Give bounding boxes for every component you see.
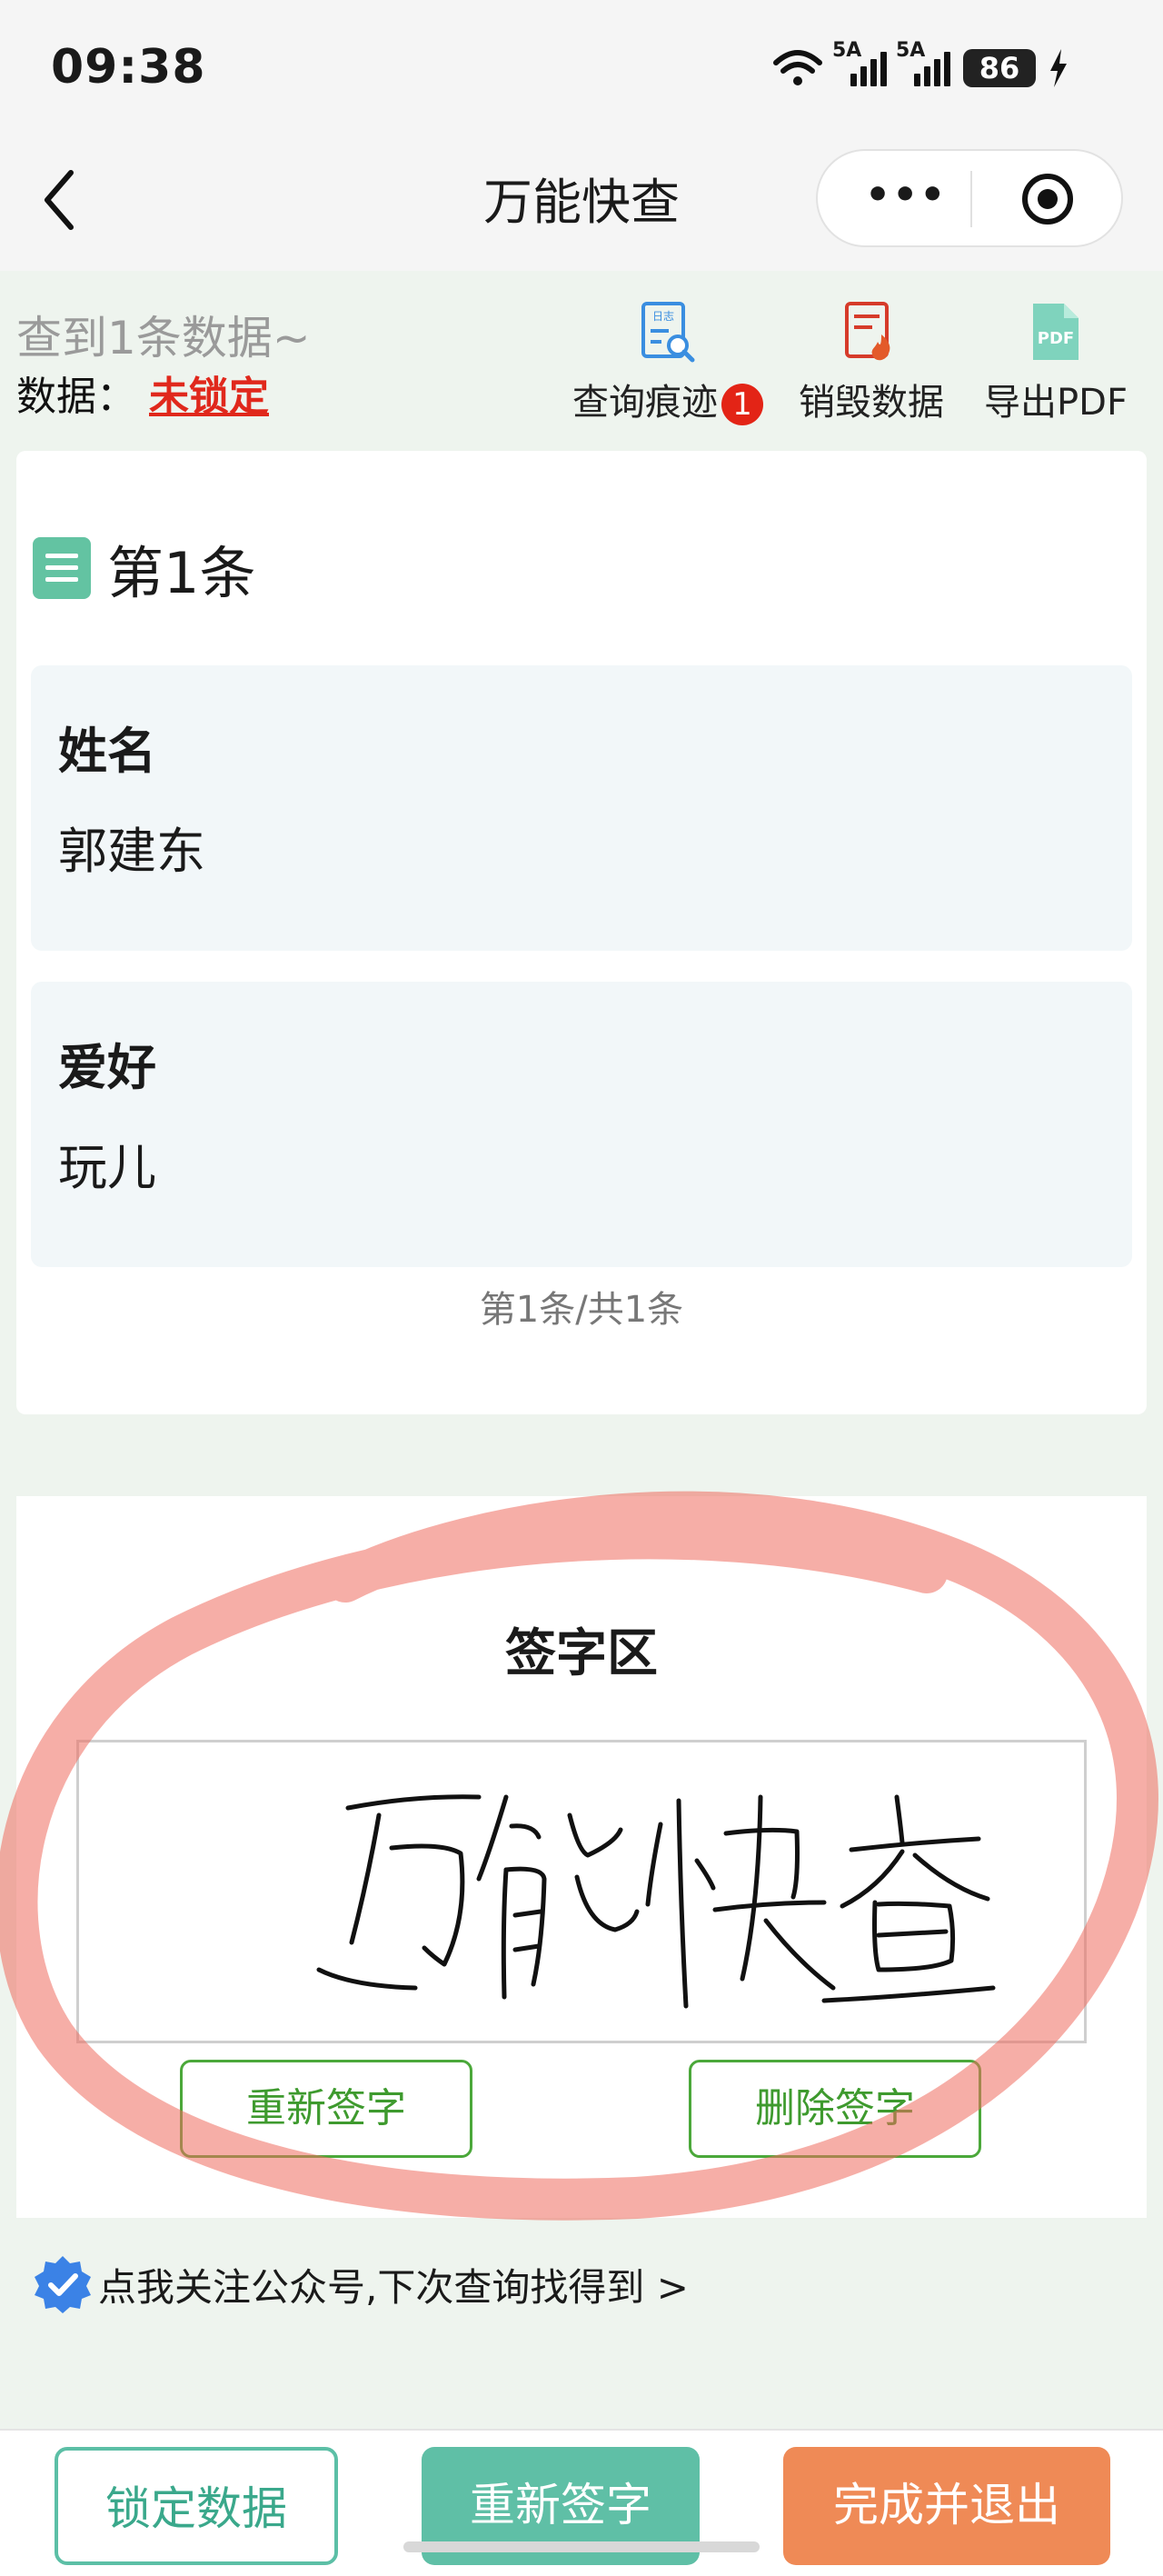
field-name: 姓名 郭建东: [31, 665, 1132, 951]
battery-icon: 86: [963, 49, 1036, 87]
more-icon[interactable]: •••: [865, 175, 947, 215]
field-name-key: 姓名: [58, 723, 156, 780]
capsule-divider: [970, 171, 972, 227]
mini-program-capsule: •••: [816, 149, 1123, 247]
list-icon: [33, 537, 91, 599]
back-icon[interactable]: [36, 164, 91, 236]
delete-signature-button[interactable]: 删除签字: [689, 2060, 981, 2158]
resign-button[interactable]: 重新签字: [180, 2060, 472, 2158]
log-search-icon: 日志: [641, 302, 695, 363]
charging-icon: [1050, 49, 1067, 87]
lock-status-label: 数据：: [16, 374, 136, 420]
export-pdf-button[interactable]: PDF 导出PDF: [974, 300, 1138, 425]
field-hobby-value: 玩儿: [58, 1139, 156, 1196]
svg-text:日志: 日志: [652, 310, 674, 323]
close-target-icon[interactable]: [1019, 171, 1076, 227]
field-hobby-key: 爱好: [58, 1039, 156, 1096]
status-time: 09:38: [51, 40, 206, 95]
export-pdf-label: 导出PDF: [984, 382, 1128, 424]
signature-canvas[interactable]: [76, 1740, 1087, 2043]
lock-data-button[interactable]: 锁定数据: [55, 2447, 338, 2565]
handwritten-signature: [316, 1794, 996, 2009]
destroy-data-label: 销毁数据: [799, 382, 944, 424]
signal-icon: 5A: [896, 39, 950, 86]
destroy-data-button[interactable]: 销毁数据: [792, 300, 950, 425]
status-icons: 5A 5A 86: [772, 39, 1069, 91]
wifi-icon: [773, 50, 822, 85]
svg-text:PDF: PDF: [1038, 329, 1074, 348]
record-title-text: 第1条: [107, 540, 256, 606]
pdf-icon: PDF: [1033, 304, 1079, 360]
found-count-text: 查到1条数据~: [16, 312, 311, 364]
destroy-document-icon: [845, 302, 890, 361]
query-trace-button[interactable]: 日志 查询痕迹 1: [563, 300, 772, 425]
lock-status-value[interactable]: 未锁定: [149, 374, 269, 420]
field-hobby: 爱好 玩儿: [31, 982, 1132, 1267]
record-title: 第1条: [33, 527, 255, 609]
signature-title: 签字区: [505, 1624, 658, 1683]
trace-count-badge: 1: [721, 384, 763, 425]
follow-text: 点我关注公众号,下次查询找得到 >: [98, 2264, 689, 2310]
record-pager: 第1条/共1条: [479, 1289, 684, 1331]
query-trace-label: 查询痕迹: [572, 382, 718, 424]
page-title: 万能快查: [483, 174, 680, 231]
signal-icon: 5A: [832, 39, 887, 86]
finish-exit-button[interactable]: 完成并退出: [783, 2447, 1110, 2565]
verified-badge-icon: [35, 2256, 91, 2313]
follow-account-link[interactable]: 点我关注公众号,下次查询找得到 >: [33, 2254, 689, 2314]
field-name-value: 郭建东: [58, 823, 205, 880]
home-indicator: [403, 2541, 760, 2552]
lock-status-line: 数据： 未锁定: [16, 364, 269, 422]
